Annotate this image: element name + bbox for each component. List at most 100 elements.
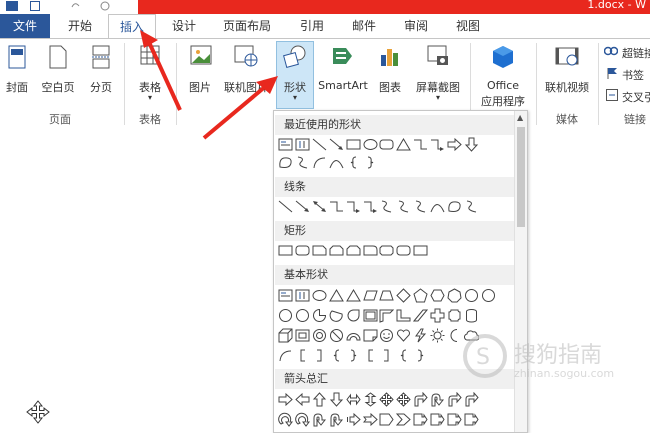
- hex-shape-icon[interactable]: [430, 288, 445, 303]
- uturn-shape-icon[interactable]: [312, 412, 327, 427]
- bentarrow-shape-icon[interactable]: [447, 392, 462, 407]
- snip2-shape-icon[interactable]: [346, 243, 361, 258]
- page-break-button[interactable]: 分页: [84, 43, 118, 103]
- nosym-shape-icon[interactable]: [329, 328, 344, 343]
- rarrow-shape-icon[interactable]: [447, 137, 462, 152]
- text-shape-icon[interactable]: [278, 288, 293, 303]
- redo-icon[interactable]: [100, 0, 110, 11]
- uturn-shape-icon[interactable]: [329, 412, 344, 427]
- darrow-shape-icon[interactable]: [464, 137, 479, 152]
- blob-shape-icon[interactable]: [278, 155, 293, 170]
- circnum-shape-icon[interactable]: [295, 308, 310, 323]
- tab-review[interactable]: 审阅: [394, 14, 438, 38]
- hyperlink-button[interactable]: 超链接: [603, 43, 650, 61]
- circnum-shape-icon[interactable]: [481, 288, 496, 303]
- scrollbar-thumb[interactable]: [517, 127, 525, 227]
- elbow-shape-icon[interactable]: [413, 137, 428, 152]
- tri-shape-icon[interactable]: [328, 288, 344, 303]
- quad-shape-icon[interactable]: [379, 392, 395, 407]
- squig-shape-icon[interactable]: [295, 155, 310, 170]
- chord-shape-icon[interactable]: [329, 308, 344, 323]
- lshape-shape-icon[interactable]: [396, 308, 411, 323]
- squig-shape-icon[interactable]: [464, 199, 479, 214]
- rrect-shape-icon[interactable]: [396, 243, 411, 258]
- rrect-shape-icon[interactable]: [379, 137, 394, 152]
- pent-shape-icon[interactable]: [413, 288, 428, 303]
- shapes-button[interactable]: 形状 ▾: [276, 41, 314, 109]
- bookmark-button[interactable]: 书签: [604, 65, 650, 83]
- lbrace-shape-icon[interactable]: [329, 348, 344, 363]
- frame-shape-icon[interactable]: [363, 308, 378, 323]
- save-icon[interactable]: [30, 0, 40, 11]
- uarrow-shape-icon[interactable]: [312, 392, 327, 407]
- line-shape-icon[interactable]: [312, 137, 327, 152]
- office-apps-button[interactable]: Office 应用程序: [474, 43, 532, 109]
- halfframe-shape-icon[interactable]: [379, 308, 395, 323]
- arrowline-shape-icon[interactable]: [329, 137, 344, 152]
- table-button[interactable]: 表格 ▾: [130, 43, 170, 107]
- callout-shape-icon[interactable]: [447, 412, 462, 427]
- screenshot-button[interactable]: 屏幕截图 ▾: [410, 43, 466, 107]
- fold-shape-icon[interactable]: [363, 328, 378, 343]
- elbowarrow-shape-icon[interactable]: [430, 137, 445, 152]
- tab-mailings[interactable]: 邮件: [342, 14, 386, 38]
- rbrace-shape-icon[interactable]: [363, 155, 378, 170]
- diamond-shape-icon[interactable]: [396, 288, 412, 303]
- tab-insert[interactable]: 插入: [108, 14, 156, 39]
- arc-shape-icon[interactable]: [278, 348, 293, 363]
- bevel-shape-icon[interactable]: [295, 328, 310, 343]
- plaque2-shape-icon[interactable]: [447, 308, 462, 323]
- chart-button[interactable]: 图表: [374, 43, 406, 103]
- tab-design[interactable]: 设计: [162, 14, 206, 38]
- bolt-shape-icon[interactable]: [413, 328, 428, 343]
- vtext-shape-icon[interactable]: [295, 137, 310, 152]
- squig-shape-icon[interactable]: [379, 199, 394, 214]
- bentarrow-shape-icon[interactable]: [413, 392, 428, 407]
- heart-shape-icon[interactable]: [396, 328, 411, 343]
- online-video-button[interactable]: 联机视频: [540, 43, 594, 103]
- dblarrow-shape-icon[interactable]: [312, 199, 327, 214]
- callout-shape-icon[interactable]: [413, 412, 428, 427]
- lbrace-shape-icon[interactable]: [346, 155, 361, 170]
- tri-shape-icon[interactable]: [345, 288, 361, 303]
- diag-shape-icon[interactable]: [413, 308, 429, 323]
- rrect-shape-icon[interactable]: [295, 243, 310, 258]
- plaque-shape-icon[interactable]: [379, 243, 394, 258]
- rbrace-shape-icon[interactable]: [346, 348, 361, 363]
- squig-shape-icon[interactable]: [396, 199, 411, 214]
- pie-shape-icon[interactable]: [312, 308, 327, 323]
- rect-shape-icon[interactable]: [278, 243, 293, 258]
- smartart-button[interactable]: SmartArt: [316, 43, 370, 103]
- tri-shape-icon[interactable]: [396, 137, 412, 152]
- uturn-shape-icon[interactable]: [430, 392, 445, 407]
- tab-home[interactable]: 开始: [58, 14, 102, 38]
- arc-shape-icon[interactable]: [312, 155, 327, 170]
- curve-shape-icon[interactable]: [329, 155, 344, 170]
- darrow-shape-icon[interactable]: [329, 392, 344, 407]
- circnum-shape-icon[interactable]: [464, 288, 479, 303]
- notched-shape-icon[interactable]: [362, 412, 378, 427]
- hept-shape-icon[interactable]: [447, 288, 462, 303]
- bentarrow-shape-icon[interactable]: [464, 392, 479, 407]
- tab-references[interactable]: 引用: [290, 14, 334, 38]
- lbrace-shape-icon[interactable]: [396, 348, 411, 363]
- tab-page-layout[interactable]: 页面布局: [214, 14, 280, 38]
- elbowarrow-shape-icon[interactable]: [363, 199, 378, 214]
- scroll-up-icon[interactable]: ▲: [517, 113, 523, 122]
- snip2-shape-icon[interactable]: [329, 243, 344, 258]
- vtext-shape-icon[interactable]: [295, 288, 310, 303]
- oval-shape-icon[interactable]: [363, 137, 378, 152]
- lbracket-shape-icon[interactable]: [295, 348, 310, 363]
- cross-reference-button[interactable]: 交叉引用: [604, 87, 650, 105]
- striped-shape-icon[interactable]: [346, 412, 361, 427]
- rbracket-shape-icon[interactable]: [312, 348, 327, 363]
- online-picture-button[interactable]: 联机图片: [218, 43, 274, 103]
- callout-shape-icon[interactable]: [464, 412, 479, 427]
- quad-shape-icon[interactable]: [396, 392, 412, 407]
- sun-shape-icon[interactable]: [430, 328, 445, 343]
- oval-shape-icon[interactable]: [312, 288, 327, 303]
- elbowarrow-shape-icon[interactable]: [346, 199, 361, 214]
- squig-shape-icon[interactable]: [413, 199, 428, 214]
- round1-shape-icon[interactable]: [363, 243, 378, 258]
- chev-shape-icon[interactable]: [396, 412, 412, 427]
